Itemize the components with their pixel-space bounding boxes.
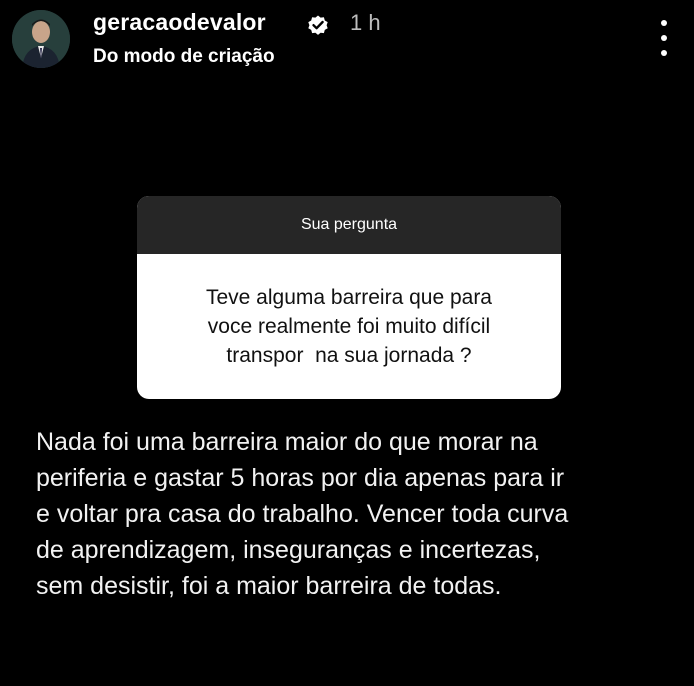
question-line: voce realmente foi muito difícil bbox=[207, 315, 491, 338]
avatar-image bbox=[12, 10, 70, 68]
question-sticker-title: Sua pergunta bbox=[137, 196, 561, 254]
answer-line: sem desistir, foi a maior barreira de to… bbox=[36, 572, 502, 600]
question-text: Teve alguma barreira que para voce realm… bbox=[137, 254, 561, 399]
answer-line: de aprendizagem, inseguranças e incertez… bbox=[36, 536, 541, 564]
more-dot bbox=[661, 35, 667, 41]
more-vertical-icon bbox=[661, 20, 667, 26]
answer-line: e voltar pra casa do trabalho. Vencer to… bbox=[36, 500, 569, 528]
more-options-button[interactable] bbox=[650, 20, 678, 56]
verified-badge-icon bbox=[308, 15, 328, 35]
post-time: 1 h bbox=[350, 10, 381, 35]
answer-line: periferia e gastar 5 horas por dia apena… bbox=[36, 464, 565, 492]
story-subtitle: Do modo de criação bbox=[93, 46, 275, 67]
profile-avatar[interactable] bbox=[12, 10, 70, 68]
story-screen: geracaodevalor 1 h Do modo de criação Su… bbox=[0, 0, 694, 686]
answer-text: Nada foi uma barreira maior do que morar… bbox=[36, 424, 676, 604]
question-line: Teve alguma barreira que para bbox=[205, 286, 492, 309]
username[interactable]: geracaodevalor bbox=[93, 9, 266, 36]
answer-line: Nada foi uma barreira maior do que morar… bbox=[36, 428, 538, 456]
question-line: transpor na sua jornada ? bbox=[226, 344, 472, 367]
more-dot bbox=[661, 50, 667, 56]
question-sticker[interactable]: Sua pergunta Teve alguma barreira que pa… bbox=[137, 196, 561, 399]
